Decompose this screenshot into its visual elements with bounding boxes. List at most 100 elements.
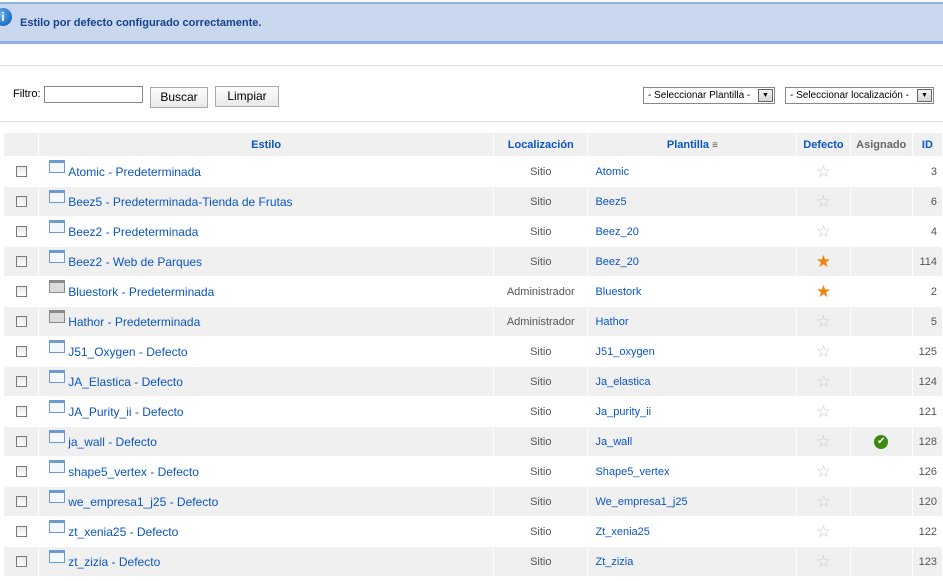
assigned-cell (850, 367, 912, 396)
template-link[interactable]: Hathor (595, 316, 628, 328)
star-empty-icon[interactable]: ☆ (816, 552, 831, 571)
template-link[interactable]: We_empresa1_j25 (595, 496, 687, 508)
style-preview-icon[interactable] (49, 520, 66, 533)
row-checkbox[interactable] (15, 346, 27, 358)
filter-input[interactable] (44, 86, 143, 103)
style-preview-icon[interactable] (49, 160, 66, 173)
location-cell: Sitio (494, 337, 588, 366)
id-cell: 6 (912, 187, 942, 216)
row-checkbox[interactable] (15, 226, 27, 238)
row-checkbox[interactable] (15, 256, 27, 268)
style-name-link[interactable]: we_empresa1_j25 - Defecto (68, 495, 218, 509)
template-link[interactable]: Zt_xenia25 (595, 526, 649, 538)
id-cell: 114 (912, 247, 942, 276)
style-preview-icon[interactable] (49, 430, 66, 443)
style-preview-icon[interactable] (49, 220, 66, 233)
row-checkbox[interactable] (15, 406, 27, 418)
id-cell: 5 (912, 307, 942, 336)
template-link[interactable]: Ja_purity_ii (595, 406, 651, 418)
style-name-link[interactable]: ja_wall - Defecto (68, 435, 157, 449)
style-preview-icon[interactable] (49, 250, 66, 263)
template-link[interactable]: Ja_elastica (595, 376, 650, 388)
style-preview-icon[interactable] (49, 370, 66, 383)
default-cell: ☆ (797, 487, 850, 516)
search-button[interactable]: Buscar (150, 87, 208, 108)
row-checkbox[interactable] (15, 526, 27, 538)
star-empty-icon[interactable]: ☆ (816, 192, 831, 211)
style-name-link[interactable]: JA_Elastica - Defecto (68, 375, 183, 389)
template-cell: Beez_20 (588, 247, 797, 276)
template-cell: Zt_xenia25 (588, 517, 797, 546)
row-checkbox[interactable] (15, 556, 27, 568)
star-empty-icon[interactable]: ☆ (816, 462, 831, 481)
column-header-id[interactable]: ID (912, 133, 942, 156)
row-checkbox[interactable] (15, 436, 27, 448)
template-link[interactable]: Shape5_vertex (595, 466, 669, 478)
row-checkbox[interactable] (15, 166, 27, 178)
star-empty-icon[interactable]: ☆ (816, 312, 831, 331)
template-link[interactable]: Atomic (595, 166, 629, 178)
style-name-link[interactable]: Beez2 - Predeterminada (68, 225, 198, 239)
style-preview-icon[interactable] (49, 190, 66, 203)
style-name-link[interactable]: Atomic - Predeterminada (68, 165, 201, 179)
style-name-link[interactable]: Beez5 - Predeterminada-Tienda de Frutas (68, 195, 292, 209)
row-checkbox[interactable] (15, 466, 27, 478)
style-name-cell: zt_zizia - Defecto (39, 547, 494, 576)
location-select[interactable]: - Seleccionar localización - ▼ (785, 87, 934, 104)
row-checkbox[interactable] (15, 286, 27, 298)
template-link[interactable]: Beez_20 (595, 256, 638, 268)
template-link[interactable]: Bluestork (595, 286, 641, 298)
style-name-cell: JA_Purity_ii - Defecto (39, 397, 494, 426)
star-empty-icon[interactable]: ☆ (816, 402, 831, 421)
column-header-location[interactable]: Localización (494, 133, 588, 156)
style-preview-icon[interactable] (49, 340, 66, 353)
style-preview-icon[interactable] (49, 280, 66, 293)
style-name-link[interactable]: Bluestork - Predeterminada (68, 285, 214, 299)
star-empty-icon[interactable]: ☆ (816, 222, 831, 241)
star-empty-icon[interactable]: ☆ (816, 372, 831, 391)
template-link[interactable]: Ja_wall (595, 436, 632, 448)
style-name-link[interactable]: Hathor - Predeterminada (68, 315, 200, 329)
style-preview-icon[interactable] (49, 490, 66, 503)
row-checkbox[interactable] (15, 196, 27, 208)
system-message-text: Estilo por defecto configurado correctam… (20, 17, 262, 29)
row-checkbox-cell (4, 157, 39, 186)
location-cell: Sitio (494, 397, 588, 426)
star-empty-icon[interactable]: ☆ (816, 162, 831, 181)
style-name-link[interactable]: zt_zizia - Defecto (68, 555, 160, 569)
column-header-default[interactable]: Defecto (797, 133, 850, 156)
star-filled-icon[interactable]: ★ (816, 252, 831, 271)
template-link[interactable]: J51_oxygen (595, 346, 654, 358)
style-preview-icon[interactable] (49, 310, 66, 323)
style-preview-icon[interactable] (49, 400, 66, 413)
row-checkbox[interactable] (15, 376, 27, 388)
star-empty-icon[interactable]: ☆ (816, 522, 831, 541)
header-select-all (4, 133, 39, 156)
style-preview-icon[interactable] (49, 460, 66, 473)
column-header-template[interactable]: Plantilla ≡ (588, 133, 797, 156)
style-name-link[interactable]: J51_Oxygen - Defecto (68, 345, 187, 359)
template-link[interactable]: Zt_zizia (595, 556, 633, 568)
template-select[interactable]: - Seleccionar Plantilla - ▼ (643, 87, 775, 104)
style-preview-icon[interactable] (49, 550, 66, 563)
star-filled-icon[interactable]: ★ (816, 282, 831, 301)
row-checkbox[interactable] (15, 496, 27, 508)
style-name-link[interactable]: shape5_vertex - Defecto (68, 465, 199, 479)
template-cell: J51_oxygen (588, 337, 797, 366)
template-link[interactable]: Beez5 (595, 196, 626, 208)
row-checkbox[interactable] (15, 316, 27, 328)
style-name-link[interactable]: zt_xenia25 - Defecto (68, 525, 178, 539)
assigned-cell (850, 217, 912, 246)
style-name-link[interactable]: Beez2 - Web de Parques (68, 255, 202, 269)
star-empty-icon[interactable]: ☆ (816, 492, 831, 511)
star-empty-icon[interactable]: ☆ (816, 342, 831, 361)
style-name-cell: Hathor - Predeterminada (39, 307, 494, 336)
column-header-style[interactable]: Estilo (39, 133, 494, 156)
template-link[interactable]: Beez_20 (595, 226, 638, 238)
star-empty-icon[interactable]: ☆ (816, 432, 831, 451)
clear-button[interactable]: Limpiar (215, 86, 279, 107)
default-cell: ☆ (797, 307, 850, 336)
location-cell: Sitio (494, 367, 588, 396)
location-cell: Sitio (494, 517, 588, 546)
style-name-link[interactable]: JA_Purity_ii - Defecto (68, 405, 183, 419)
